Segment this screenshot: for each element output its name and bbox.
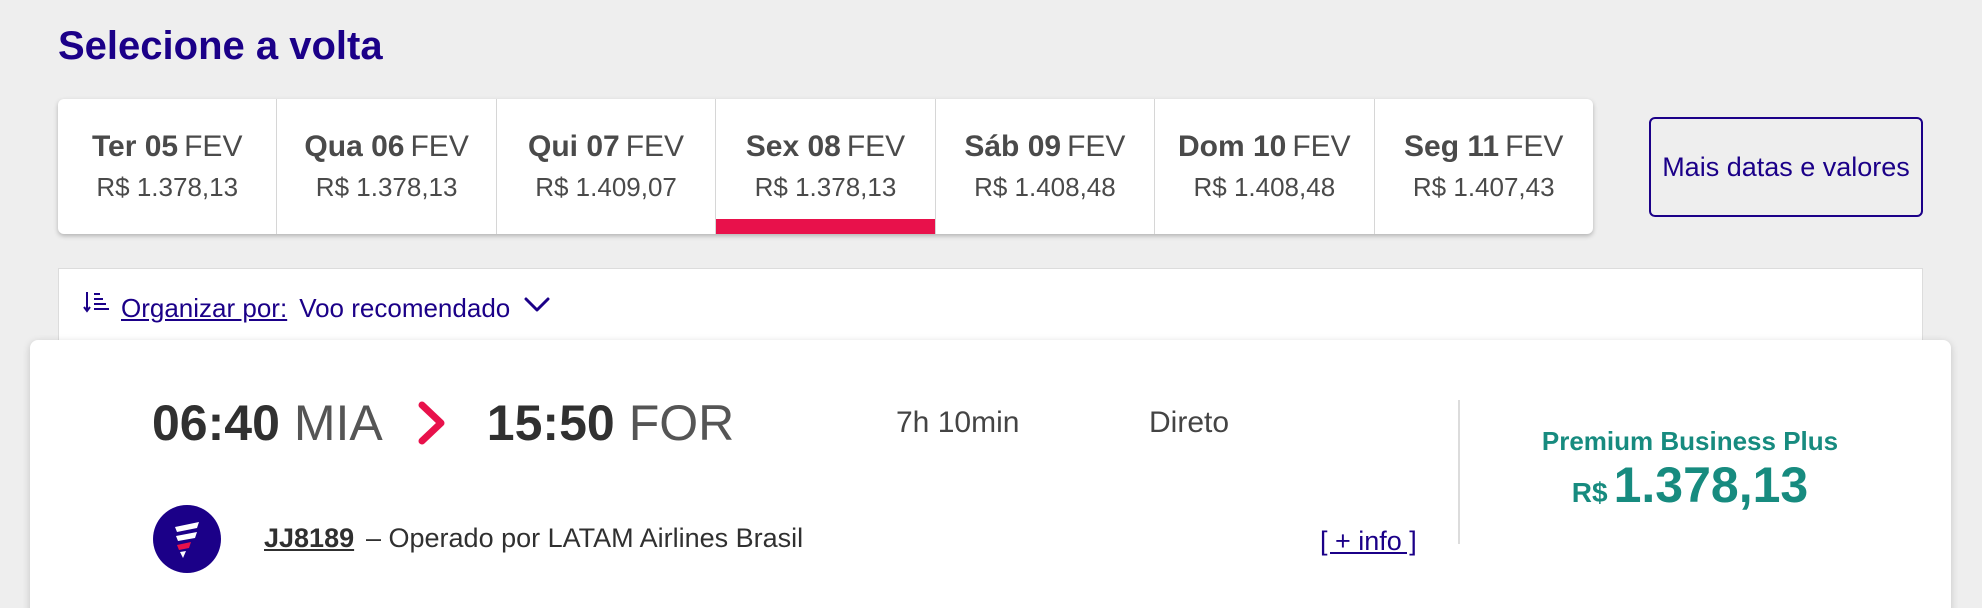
date-tab-month: FEV: [1067, 130, 1126, 163]
date-tab-day: Qua 06: [304, 130, 405, 163]
chevron-down-icon[interactable]: [524, 295, 550, 315]
fare-amount: 1.378,13: [1613, 457, 1809, 513]
date-tab-09[interactable]: Sáb 09 FEV R$ 1.408,48: [936, 99, 1156, 234]
flight-duration: 7h 10min: [896, 406, 1020, 439]
date-tab-07[interactable]: Qui 07 FEV R$ 1.409,07: [497, 99, 717, 234]
date-tab-10[interactable]: Dom 10 FEV R$ 1.408,48: [1155, 99, 1375, 234]
page-title: Selecione a volta: [58, 24, 383, 68]
date-tab-price: R$ 1.378,13: [754, 172, 897, 202]
date-tab-day: Seg 11: [1404, 130, 1500, 163]
date-tab-day: Ter 05: [91, 130, 179, 163]
date-tab-08-selected[interactable]: Sex 08 FEV R$ 1.378,13: [716, 99, 936, 234]
fare-class: Premium Business Plus: [1541, 426, 1839, 456]
date-tab-month: FEV: [1292, 130, 1351, 163]
date-tab-month: FEV: [1505, 130, 1564, 163]
date-tab-price: R$ 1.408,48: [974, 172, 1116, 202]
date-tab-06[interactable]: Qua 06 FEV R$ 1.378,13: [277, 99, 497, 234]
flight-card[interactable]: 06:40 MIA 15:50 FOR 7h 10min Direto Prem…: [30, 340, 1951, 608]
arrival-airport: FOR: [628, 395, 735, 451]
more-info-link[interactable]: [ + info ]: [1320, 526, 1417, 557]
more-dates-button[interactable]: Mais datas e valores: [1649, 117, 1923, 217]
date-tab-month: FEV: [846, 130, 906, 163]
sort-value[interactable]: Voo recomendado: [299, 293, 510, 324]
date-tab-day: Dom 10: [1177, 130, 1287, 163]
date-tab-day: Sex 08: [745, 130, 841, 163]
date-tab-month: FEV: [410, 130, 469, 163]
sort-label-link[interactable]: Organizar por:: [121, 293, 287, 324]
sort-bar: Organizar por: Voo recomendado: [58, 268, 1923, 348]
chevron-right-icon: [418, 401, 445, 445]
latam-logo-icon: [153, 505, 221, 573]
flight-stops: Direto: [1149, 406, 1230, 439]
flight-times: 06:40 MIA 15:50 FOR: [152, 394, 734, 452]
departure-airport: MIA: [293, 395, 383, 451]
date-tab-price: R$ 1.378,13: [315, 172, 458, 202]
date-tab-day: Qui 07: [528, 130, 620, 163]
date-tab-price: R$ 1.407,43: [1412, 172, 1555, 202]
arrival-time: 15:50: [486, 395, 615, 451]
date-tab-price: R$ 1.408,48: [1193, 172, 1336, 202]
date-tab-05[interactable]: Ter 05 FEV R$ 1.378,13: [58, 99, 278, 234]
sort-lines-icon: [83, 292, 109, 313]
date-selector: Ter 05 FEV R$ 1.378,13 Qua 06 FEV R$ 1.378…: [58, 99, 1593, 234]
card-divider: [1458, 400, 1460, 544]
flight-code-link[interactable]: JJ8189: [264, 523, 354, 554]
date-tab-month: FEV: [184, 130, 243, 163]
date-tab-price: R$ 1.409,07: [535, 172, 677, 202]
fare-price[interactable]: R$ 1.378,13: [1490, 456, 1890, 514]
fare-currency: R$: [1571, 477, 1608, 508]
departure-time: 06:40: [152, 395, 280, 451]
flight-operator: – Operado por LATAM Airlines Brasil: [366, 523, 804, 553]
date-tab-price: R$ 1.378,13: [96, 172, 239, 202]
date-tab-month: FEV: [625, 130, 685, 163]
date-tab-day: Sáb 09: [964, 130, 1062, 163]
date-tab-11[interactable]: Seg 11 FEV R$ 1.407,43: [1375, 99, 1593, 234]
